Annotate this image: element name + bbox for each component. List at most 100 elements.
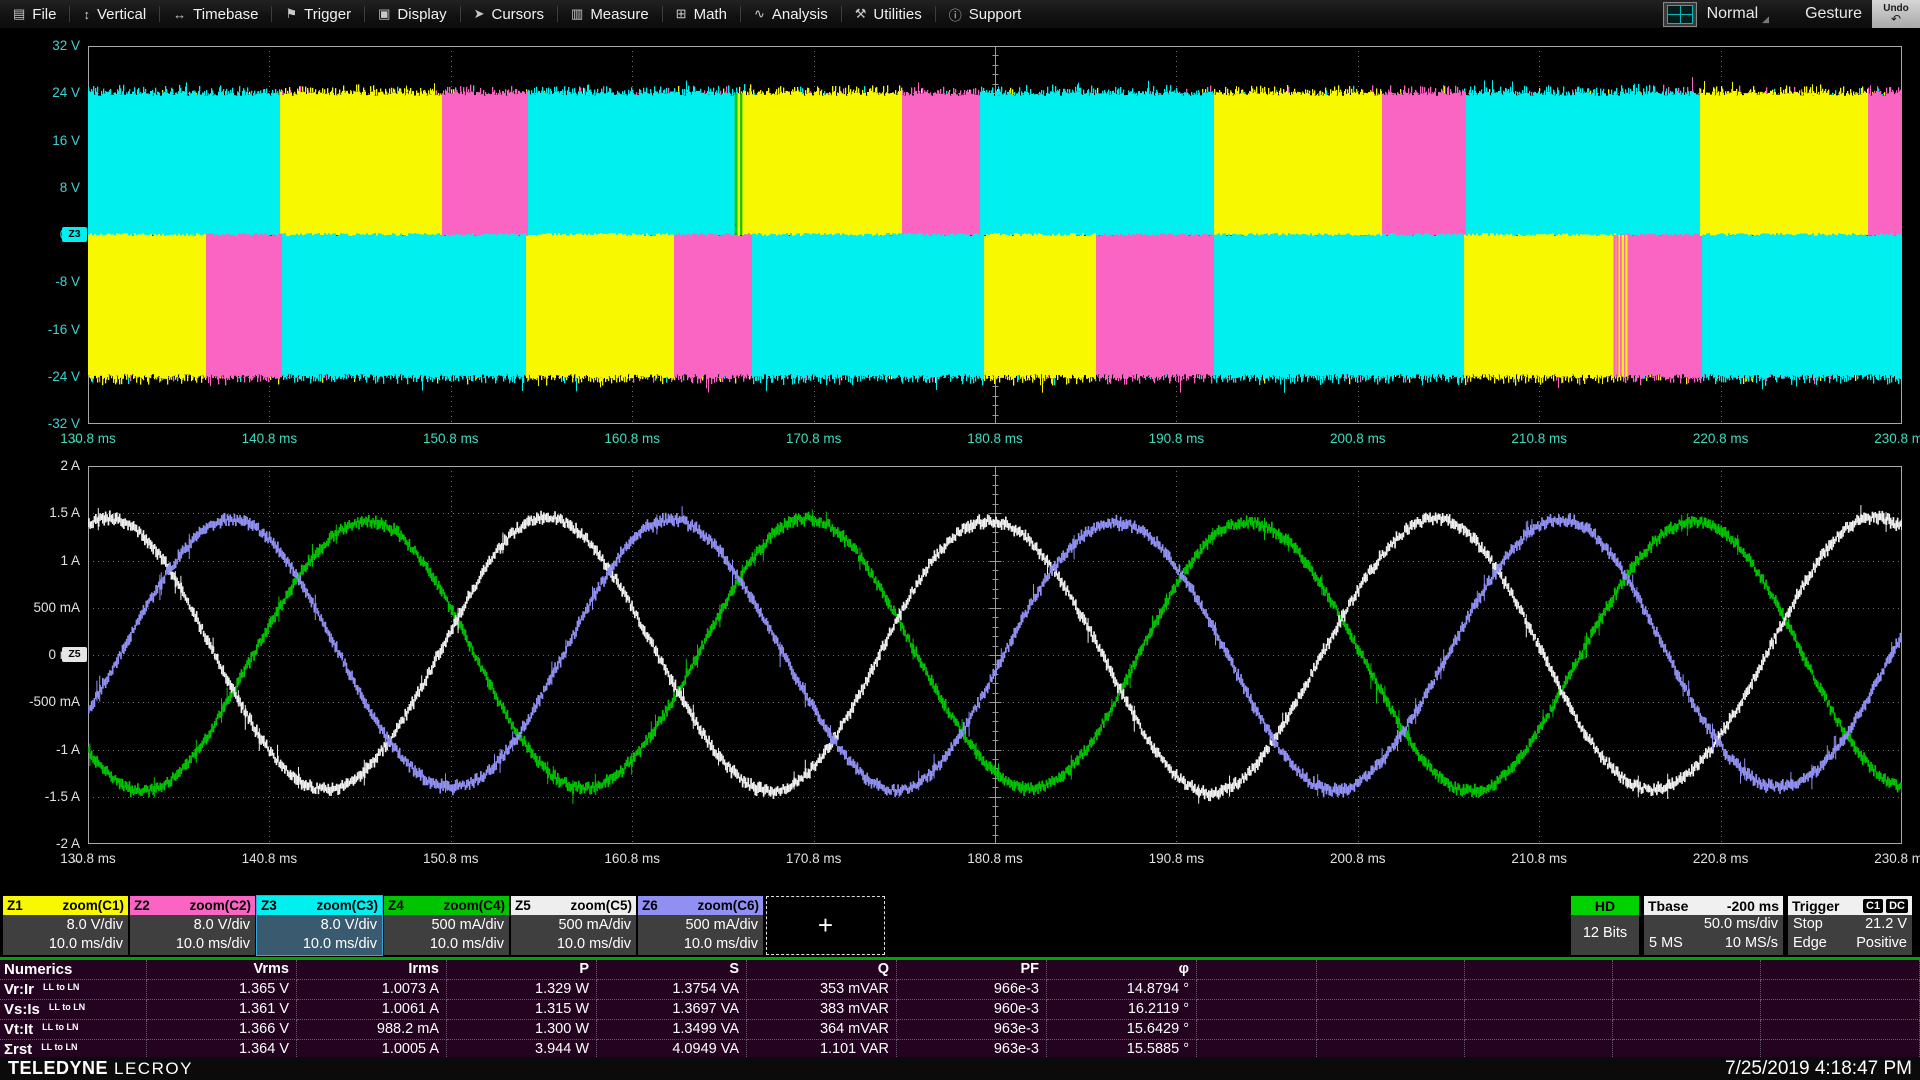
descriptor-z5[interactable]: Z5zoom(C5)500 mA/div10.0 ms/div — [511, 896, 636, 955]
x-axis-label: 150.8 ms — [401, 431, 501, 446]
empty-cell — [1613, 1020, 1761, 1040]
menu-item-measure[interactable]: ▥Measure — [558, 0, 662, 28]
descriptor-z1[interactable]: Z1zoom(C1)8.0 V/div10.0 ms/div — [3, 896, 128, 955]
empty-cell — [1317, 960, 1465, 980]
descriptor-body: 500 mA/div10.0 ms/div — [638, 915, 763, 954]
grid-layout-button[interactable] — [1663, 2, 1697, 27]
hd-box[interactable]: HD 12 Bits — [1571, 896, 1639, 955]
descriptor-id: Z5 — [515, 898, 531, 913]
voltage-waveform-grid[interactable] — [88, 46, 1902, 424]
x-axis-label: 130.8 ms — [38, 431, 138, 446]
oscilloscope-screen: ▤File↕Vertical↔Timebase⚑Trigger▣Display➤… — [0, 0, 1920, 1080]
x-axis-label: 160.8 ms — [582, 431, 682, 446]
descriptor-id: Z3 — [261, 898, 277, 913]
undo-button[interactable]: Undo ↶ — [1872, 0, 1920, 28]
y-axis-label: 500 mA — [0, 600, 80, 615]
value-cell: 383 mVAR — [747, 1000, 897, 1020]
value-cell: 16.2119 ° — [1047, 1000, 1197, 1020]
descriptor-header: Z3 zoom(C3) — [257, 896, 382, 915]
descriptor-title: zoom(C4) — [444, 898, 506, 913]
gesture-button[interactable]: Gesture — [1805, 5, 1862, 23]
descriptor-id: Z6 — [642, 898, 658, 913]
display-icon: ▣ — [378, 6, 390, 22]
menu-item-display[interactable]: ▣Display — [365, 0, 459, 28]
numerics-title: Numerics — [0, 960, 147, 980]
descriptor-id: Z1 — [7, 898, 23, 913]
value-cell: 1.366 V — [147, 1020, 297, 1040]
y-axis-label: 1 A — [0, 553, 80, 568]
current-waveform-grid[interactable] — [88, 466, 1902, 844]
value-cell: 1.315 W — [447, 1000, 597, 1020]
file-icon: ▤ — [13, 6, 25, 22]
menu-item-support[interactable]: ⓘSupport — [936, 0, 1035, 28]
x-axis-label: 220.8 ms — [1671, 851, 1771, 866]
add-trace-tile[interactable]: + — [766, 896, 885, 955]
descriptor-vdiv: 8.0 V/div — [134, 916, 250, 935]
descriptor-header: Z1zoom(C1) — [3, 896, 128, 915]
x-axis-label: 160.8 ms — [582, 851, 682, 866]
value-cell: 963e-3 — [897, 1020, 1047, 1040]
descriptor-body: 8.0 V/div10.0 ms/div — [257, 915, 382, 954]
descriptor-tdiv: 10.0 ms/div — [134, 935, 250, 954]
descriptor-z6[interactable]: Z6zoom(C6)500 mA/div10.0 ms/div — [638, 896, 763, 955]
descriptor-tdiv: 10.0 ms/div — [261, 935, 377, 954]
trigger-type: Edge — [1793, 934, 1827, 953]
menu-item-timebase[interactable]: ↔Timebase — [160, 0, 271, 28]
x-axis-label: 140.8 ms — [219, 851, 319, 866]
status-bar: TELEDYNE LECROY 7/25/2019 4:18:47 PM — [0, 1057, 1920, 1080]
scroll-left-arrow[interactable]: ← — [71, 852, 83, 866]
x-axis-label: 230.8 ms — [1852, 431, 1920, 446]
menu-item-label: Analysis — [772, 6, 828, 23]
menu-item-utilities[interactable]: ⚒Utilities — [842, 0, 935, 28]
column-header: S — [597, 960, 747, 980]
trigger-slope: Positive — [1856, 934, 1907, 953]
cursors-icon: ➤ — [474, 6, 485, 22]
z5-zero-level-badge[interactable]: Z5 — [62, 647, 87, 662]
scroll-left-arrow[interactable]: ← — [71, 432, 83, 446]
empty-cell — [1197, 960, 1317, 980]
y-axis-label: -1.5 A — [0, 789, 80, 804]
menu-item-file[interactable]: ▤File — [0, 0, 69, 28]
value-cell: 1.3499 VA — [597, 1020, 747, 1040]
hd-bits: 12 Bits — [1571, 924, 1639, 943]
tbase-samples: 5 MS — [1649, 934, 1683, 953]
descriptor-z4[interactable]: Z4zoom(C4)500 mA/div10.0 ms/div — [384, 896, 509, 955]
menu-item-label: Math — [694, 6, 727, 23]
menu-item-vertical[interactable]: ↕Vertical — [70, 0, 159, 28]
hd-header: HD — [1571, 896, 1639, 915]
chevron-down-icon: ◢ — [1762, 14, 1769, 28]
menu-item-analysis[interactable]: ∿Analysis — [741, 0, 841, 28]
x-axis-label: 190.8 ms — [1126, 851, 1226, 866]
grid-mode-label[interactable]: Normal — [1707, 5, 1759, 23]
x-axis-label: 210.8 ms — [1489, 431, 1589, 446]
y-axis-label: 1.5 A — [0, 505, 80, 520]
descriptor-vdiv: 500 mA/div — [388, 916, 504, 935]
empty-cell — [1761, 1020, 1920, 1040]
numerics-table: NumericsVrmsIrmsPSQPFφVr:IrLL to LN1.365… — [0, 960, 1920, 1061]
y-axis-label: -2 A — [0, 836, 80, 851]
y-axis-label: 24 V — [0, 85, 80, 100]
column-header: PF — [897, 960, 1047, 980]
descriptor-title: zoom(C5) — [571, 898, 633, 913]
support-icon: ⓘ — [949, 5, 962, 24]
descriptor-body: 8.0 V/div10.0 ms/div — [3, 915, 128, 954]
empty-cell — [1761, 980, 1920, 1000]
menu-item-math[interactable]: ⊞Math — [663, 0, 740, 28]
trigger-box[interactable]: Trigger C1 DC Stop 21.2 V Edge Positive — [1788, 896, 1912, 955]
value-cell: 960e-3 — [897, 1000, 1047, 1020]
timebase-box[interactable]: Tbase -200 ms 50.0 ms/div 5 MS 10 MS/s — [1644, 896, 1783, 955]
descriptor-header: Z4zoom(C4) — [384, 896, 509, 915]
descriptor-title: zoom(C2) — [190, 898, 252, 913]
descriptor-z2[interactable]: Z2zoom(C2)8.0 V/div10.0 ms/div — [130, 896, 255, 955]
menu-item-trigger[interactable]: ⚑Trigger — [272, 0, 364, 28]
z3-zero-level-badge[interactable]: Z3 — [62, 227, 87, 242]
descriptor-vdiv: 500 mA/div — [642, 916, 758, 935]
descriptor-title: zoom(C3) — [317, 898, 379, 913]
column-header: Vrms — [147, 960, 297, 980]
empty-cell — [1197, 980, 1317, 1000]
menu-item-cursors[interactable]: ➤Cursors — [461, 0, 557, 28]
y-axis-label: 2 A — [0, 458, 80, 473]
descriptor-z3[interactable]: Z3 zoom(C3) 8.0 V/div10.0 ms/div — [257, 896, 382, 955]
y-axis-label: -1 A — [0, 742, 80, 757]
empty-cell — [1317, 1020, 1465, 1040]
